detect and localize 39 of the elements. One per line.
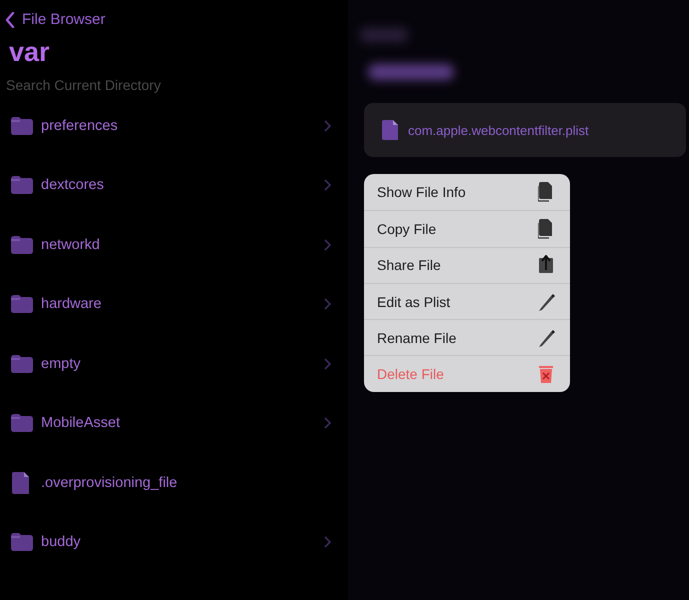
menu-item[interactable]: Rename File [364,319,570,356]
pencil-icon [538,328,556,348]
folder-icon [11,176,33,194]
menu-item[interactable]: Show File Info [364,174,570,210]
file-name[interactable]: hardware [41,296,324,312]
search-field[interactable]: Search Current Directory [6,76,206,94]
pencil-icon [538,292,556,312]
file-name[interactable]: .overprovisioning_file [41,474,348,491]
file-name[interactable]: networkd [41,236,324,253]
chevron-icon [324,298,331,310]
chevron-icon [324,417,331,430]
directory-title: var [9,37,50,68]
folder-icon [11,295,33,314]
folder-icon [11,533,33,552]
folder-icon [11,116,33,135]
file-preview-card[interactable]: com.apple.webcontentfilter.plist [364,103,686,157]
trash-icon [538,364,556,384]
file-name: com.apple.webcontentfilter.plist [408,122,589,138]
menu-item[interactable]: Edit as Plist [364,282,570,320]
file-name[interactable]: preferences [41,118,324,134]
file-name[interactable]: empty [41,356,324,372]
blurred-label [360,28,408,42]
menu-item[interactable]: Copy File [364,210,570,247]
back-chevron-icon [5,12,15,28]
chevron-icon [324,120,331,132]
chevron-icon [324,238,331,251]
share-icon [538,255,556,276]
file-icon [382,120,398,140]
file-name[interactable]: buddy [41,534,324,550]
back-button[interactable]: File Browser [5,11,106,28]
file-name[interactable]: MobileAsset [41,415,324,432]
chevron-icon [324,179,331,192]
menu-item[interactable]: Share File [364,246,570,283]
chevron-icon [324,358,331,370]
folder-icon [11,236,33,254]
folder-icon [11,414,33,432]
chevron-icon [324,536,331,548]
folder-icon [11,354,33,373]
file-name[interactable]: dextcores [41,177,324,194]
